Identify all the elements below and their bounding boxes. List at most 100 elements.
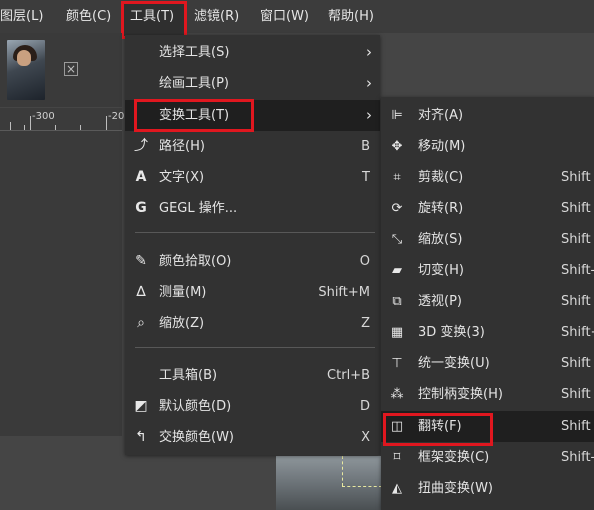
submenu-item-label: 剪裁(C) (418, 170, 464, 185)
menu-item-shortcut: B (361, 139, 370, 154)
menu-item-paths[interactable]: ⤴ 路径(H) B (125, 131, 380, 162)
menu-item-shortcut: X (361, 430, 370, 445)
submenu-item-handle-transform[interactable]: ⁂ 控制柄变换(H) Shift (381, 379, 594, 410)
transform-tools-highlight-box (134, 99, 254, 132)
ruler-label: -300 (32, 111, 55, 122)
menu-item-shortcut: D (359, 399, 370, 414)
canvas-image[interactable] (276, 456, 382, 510)
ruler-tick (30, 116, 31, 130)
menu-colors[interactable]: 颜色(C) (66, 0, 111, 33)
swap-colors-icon: ↰ (135, 429, 147, 445)
menu-help[interactable]: 帮助(H) (328, 0, 374, 33)
submenu-item-shortcut: Shift (561, 356, 591, 371)
submenu-item-warp-transform[interactable]: ◭ 扭曲变换(W) (381, 473, 594, 504)
submenu-item-label: 缩放(S) (418, 232, 463, 247)
tools-menu: 选择工具(S) › 绘画工具(P) › 变换工具(T) › ⤴ 路径(H) B … (125, 35, 380, 455)
submenu-item-shortcut: Shift (561, 170, 591, 185)
menu-item-paint-tools[interactable]: 绘画工具(P) › (125, 68, 380, 99)
submenu-item-label: 3D 变换(3) (418, 325, 485, 340)
menu-tools[interactable]: 工具(T) (130, 0, 174, 33)
submenu-item-shortcut: Shift (561, 387, 591, 402)
submenu-item-shortcut: Shift- (561, 450, 594, 465)
submenu-item-label: 旋转(R) (418, 201, 464, 216)
flip-highlight-box (383, 413, 493, 446)
thumbnail-face (17, 50, 31, 66)
submenu-item-shortcut: Shift+ (561, 325, 594, 340)
submenu-item-shortcut: Shift (561, 294, 591, 309)
shear-icon: ▰ (392, 263, 402, 278)
3d-transform-icon: ▦ (390, 325, 404, 340)
menu-item-label: GEGL 操作... (159, 201, 238, 216)
menu-item-swap-colors[interactable]: ↰ 交换颜色(W) X (125, 422, 380, 453)
color-picker-icon: ✎ (135, 253, 147, 269)
zoom-icon: ⌕ (137, 315, 145, 331)
handle-transform-icon: ⁂ (390, 387, 404, 402)
perspective-icon: ⧉ (392, 294, 402, 309)
ruler-tick (106, 116, 107, 130)
ruler-tick (80, 125, 81, 130)
chevron-right-icon: › (366, 74, 372, 92)
submenu-item-shear[interactable]: ▰ 切变(H) Shift- (381, 255, 594, 286)
menu-separator (135, 347, 375, 348)
submenu-item-cage-transform[interactable]: ⌑ 框架变换(C) Shift- (381, 442, 594, 473)
menubar: 图层(L) 颜色(C) 工具(T) 滤镜(R) 窗口(W) 帮助(H) (0, 0, 594, 39)
selection-border (342, 486, 382, 488)
path-icon: ⤴ (134, 138, 148, 154)
submenu-item-move[interactable]: ✥ 移动(M) (381, 131, 594, 162)
submenu-item-label: 扭曲变换(W) (418, 481, 493, 496)
default-colors-icon: ◩ (134, 398, 148, 414)
menu-windows[interactable]: 窗口(W) (260, 0, 309, 33)
submenu-item-shortcut: Shift (561, 201, 591, 216)
canvas-area[interactable] (0, 131, 122, 436)
menu-item-label: 颜色拾取(O) (159, 254, 232, 269)
menu-item-selection-tools[interactable]: 选择工具(S) › (125, 37, 380, 68)
rotate-icon: ⟳ (391, 201, 403, 216)
submenu-item-label: 移动(M) (418, 139, 466, 154)
ruler-label: -20 (108, 111, 125, 122)
menu-item-measure[interactable]: ∆ 测量(M) Shift+M (125, 277, 380, 308)
warp-transform-icon: ◭ (392, 481, 402, 496)
menu-item-label: 绘画工具(P) (159, 76, 229, 91)
selection-border (342, 456, 344, 486)
menu-item-text[interactable]: A 文字(X) T (125, 162, 380, 193)
measure-icon: ∆ (136, 284, 146, 300)
submenu-item-3d-transform[interactable]: ▦ 3D 变换(3) Shift+ (381, 317, 594, 348)
submenu-item-scale[interactable]: ⤡ 缩放(S) Shift (381, 224, 594, 255)
menu-item-shortcut: T (362, 170, 370, 185)
menu-item-label: 文字(X) (159, 170, 205, 185)
unified-transform-icon: ⊤ (391, 356, 403, 371)
submenu-item-label: 透视(P) (418, 294, 462, 309)
menu-item-zoom[interactable]: ⌕ 缩放(Z) Z (125, 308, 380, 339)
text-icon: A (135, 169, 147, 185)
chevron-right-icon: › (366, 43, 372, 61)
menu-layer[interactable]: 图层(L) (0, 0, 43, 33)
menu-item-default-colors[interactable]: ◩ 默认颜色(D) D (125, 391, 380, 422)
submenu-item-rotate[interactable]: ⟳ 旋转(R) Shift (381, 193, 594, 224)
align-icon: ⊫ (391, 108, 403, 123)
menu-item-label: 交换颜色(W) (159, 430, 234, 445)
menu-filters[interactable]: 滤镜(R) (194, 0, 239, 33)
submenu-item-label: 对齐(A) (418, 108, 464, 123)
ruler-tick (55, 125, 56, 130)
submenu-item-align[interactable]: ⊫ 对齐(A) (381, 100, 594, 131)
menu-item-label: 缩放(Z) (159, 316, 205, 331)
submenu-item-unified-transform[interactable]: ⊤ 统一变换(U) Shift (381, 348, 594, 379)
menu-item-toolbox[interactable]: 工具箱(B) Ctrl+B (125, 360, 380, 391)
submenu-item-shortcut: Shift (561, 232, 591, 247)
submenu-item-crop[interactable]: ⌗ 剪裁(C) Shift (381, 162, 594, 193)
crop-icon: ⌗ (393, 170, 401, 185)
menu-item-color-picker[interactable]: ✎ 颜色拾取(O) O (125, 246, 380, 277)
horizontal-ruler: -300 -20 (0, 108, 125, 131)
close-tab-icon[interactable]: × (64, 62, 78, 76)
submenu-item-label: 统一变换(U) (418, 356, 490, 371)
submenu-item-shortcut: Shift (561, 419, 591, 434)
menu-item-gegl[interactable]: G GEGL 操作... (125, 193, 380, 224)
gegl-icon: G (135, 200, 147, 216)
submenu-item-perspective[interactable]: ⧉ 透视(P) Shift (381, 286, 594, 317)
submenu-item-label: 控制柄变换(H) (418, 387, 503, 402)
menu-item-label: 工具箱(B) (159, 368, 218, 383)
menu-item-label: 选择工具(S) (159, 45, 230, 60)
chevron-right-icon: › (366, 106, 372, 124)
move-icon: ✥ (391, 139, 403, 154)
submenu-item-shortcut: Shift- (561, 263, 594, 278)
